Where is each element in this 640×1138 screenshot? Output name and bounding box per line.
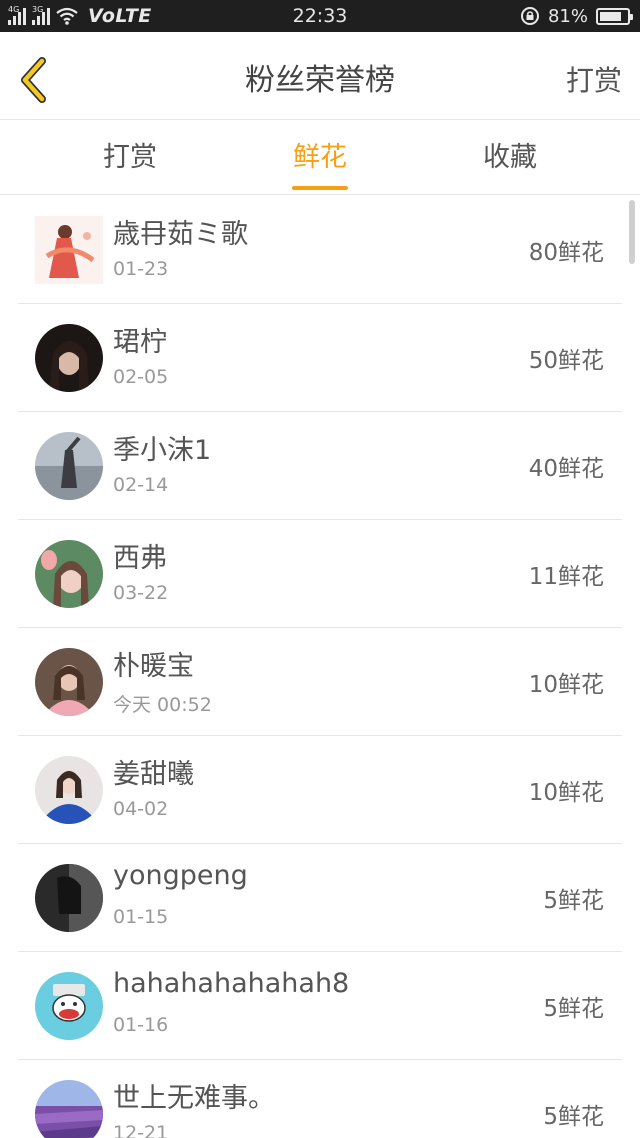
list-item[interactable]: 季小沫1 02-14 40鲜花	[18, 412, 622, 520]
fan-name: 姜甜曦	[113, 759, 194, 790]
avatar	[35, 432, 103, 500]
fan-name: 珺柠	[113, 327, 167, 358]
fan-date: 01-23	[113, 258, 169, 280]
fan-name: 歳冄茹ミ歌	[113, 219, 248, 250]
fan-date: 12-21	[113, 1122, 169, 1138]
flower-count: 5鲜花	[543, 1104, 604, 1130]
fan-name: 西弗	[113, 543, 167, 574]
list-scrollbar[interactable]	[629, 200, 635, 264]
fan-date: 02-14	[113, 474, 169, 496]
tab-flowers[interactable]: 鲜花	[260, 121, 380, 195]
avatar	[35, 540, 103, 608]
flower-count: 10鲜花	[528, 672, 604, 698]
rotation-lock-icon	[520, 7, 539, 25]
avatar	[35, 756, 103, 824]
active-tab-indicator	[292, 186, 348, 190]
list-item[interactable]: hahahahahahah8 01-16 5鲜花	[18, 952, 622, 1060]
fan-name: hahahahahahah8	[113, 968, 350, 999]
status-bar: 4G 3G VoLTE 22:33 81%	[0, 0, 640, 32]
flower-count: 50鲜花	[528, 348, 604, 374]
status-right: 81%	[520, 0, 633, 32]
list-item[interactable]: 珺柠 02-05 50鲜花	[18, 304, 622, 412]
avatar	[35, 1080, 103, 1138]
list-item[interactable]: 西弗 03-22 11鲜花	[18, 520, 622, 628]
list-item[interactable]: 世上无难事。 12-21 5鲜花	[18, 1060, 622, 1138]
flower-count: 5鲜花	[543, 888, 604, 914]
list-item[interactable]: 歳冄茹ミ歌 01-23 80鲜花	[18, 196, 622, 304]
flower-count: 40鲜花	[528, 456, 604, 482]
tab-reward[interactable]: 打赏	[70, 121, 190, 195]
avatar	[35, 648, 103, 716]
fan-date: 03-22	[113, 582, 169, 604]
avatar	[35, 324, 103, 392]
fan-date: 今天 00:52	[113, 694, 212, 716]
battery-fill	[600, 11, 622, 21]
fan-ranking-list: 歳冄茹ミ歌 01-23 80鲜花 珺柠 02-05 50鲜花 季小沫1 02-1…	[0, 196, 640, 1138]
flower-count: 11鲜花	[528, 564, 604, 590]
app-header: 粉丝荣誉榜 打赏	[0, 32, 640, 120]
battery-icon	[596, 7, 633, 25]
list-item[interactable]: yongpeng 01-15 5鲜花	[18, 844, 622, 952]
fan-name: 世上无难事。	[113, 1083, 275, 1114]
fan-date: 04-02	[113, 798, 169, 820]
avatar	[35, 972, 103, 1040]
list-item[interactable]: 姜甜曦 04-02 10鲜花	[18, 736, 622, 844]
flower-count: 10鲜花	[528, 780, 604, 806]
avatar	[35, 216, 103, 284]
fan-date: 01-15	[113, 906, 169, 928]
flower-count: 80鲜花	[528, 240, 604, 266]
fan-name: yongpeng	[113, 860, 248, 891]
battery-percent: 81%	[547, 5, 588, 27]
fan-name: 季小沫1	[113, 435, 212, 466]
flower-count: 5鲜花	[543, 996, 604, 1022]
tab-bar: 打赏 鲜花 收藏	[0, 121, 640, 195]
fan-date: 02-05	[113, 366, 169, 388]
fan-name: 朴暖宝	[113, 651, 194, 682]
page-title: 粉丝荣誉榜	[245, 63, 395, 98]
avatar	[35, 864, 103, 932]
reward-button[interactable]: 打赏	[566, 32, 622, 120]
list-item[interactable]: 朴暖宝 今天 00:52 10鲜花	[18, 628, 622, 736]
fan-date: 01-16	[113, 1014, 169, 1036]
tab-favorites[interactable]: 收藏	[450, 121, 570, 195]
